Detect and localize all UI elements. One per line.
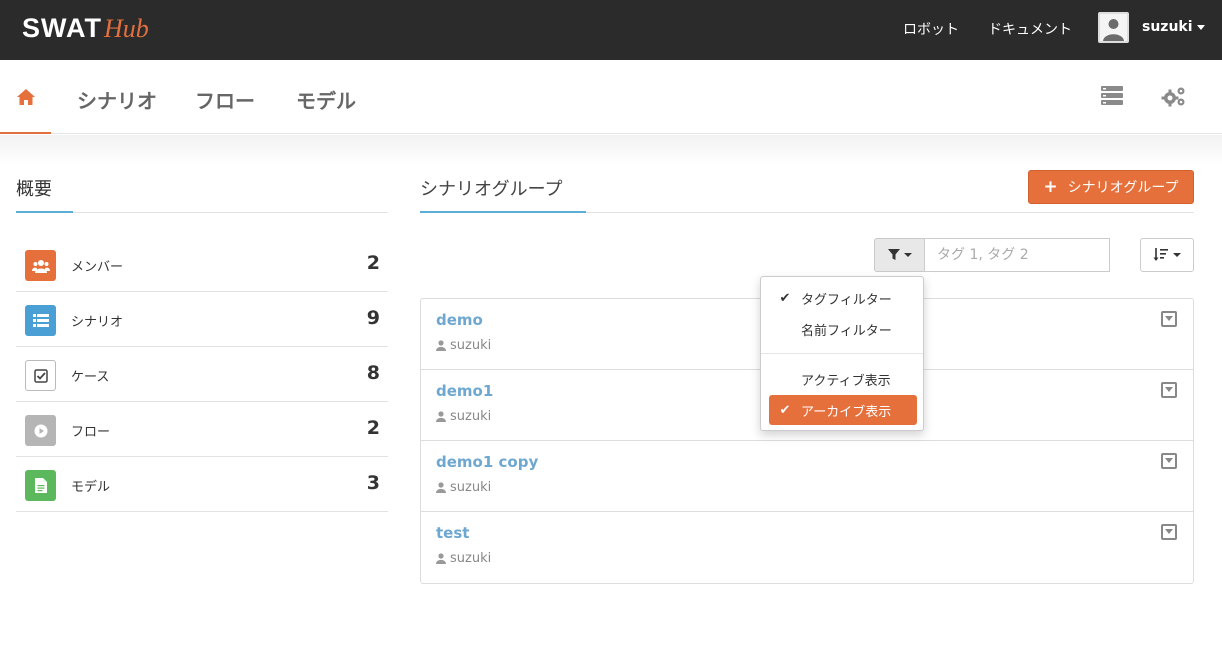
- home-icon: [17, 89, 35, 105]
- stat-label: ケース: [71, 370, 110, 385]
- expand-toggle-icon[interactable]: [1161, 382, 1177, 398]
- gears-icon[interactable]: [1161, 86, 1187, 112]
- logo-sub: Hub: [104, 14, 149, 43]
- check-icon: ✔: [779, 290, 791, 306]
- list-item: demo1 copy suzuki: [421, 441, 1193, 512]
- menu-item-label: タグフィルター: [801, 292, 892, 308]
- group-owner: suzuki: [436, 551, 491, 566]
- group-owner: suzuki: [436, 409, 491, 424]
- logo[interactable]: SWAT Hub: [22, 13, 149, 43]
- user-icon: [436, 411, 446, 422]
- scenario-groups-title: シナリオグループ: [420, 179, 563, 200]
- page-gradient: [0, 135, 1222, 165]
- user-avatar-icon: [1100, 14, 1127, 41]
- overview-title: 概要: [16, 179, 52, 200]
- stat-count: 2: [366, 417, 380, 439]
- stat-label: メンバー: [71, 260, 124, 275]
- user-icon: [436, 340, 446, 351]
- group-name-link[interactable]: demo: [436, 311, 483, 329]
- menu-item-active-view[interactable]: アクティブ表示: [769, 364, 917, 394]
- checkbox-icon: [25, 360, 56, 391]
- group-owner: suzuki: [436, 480, 491, 495]
- user-icon: [436, 482, 446, 493]
- top-link-documents[interactable]: ドキュメント: [988, 19, 1072, 39]
- add-scenario-group-label: シナリオグループ: [1067, 180, 1179, 196]
- main-nav: シナリオ フロー モデル: [0, 60, 1222, 134]
- caret-down-icon: [1196, 24, 1205, 30]
- top-link-robot[interactable]: ロボット: [903, 19, 959, 39]
- tab-model[interactable]: モデル: [296, 85, 356, 114]
- document-icon: [25, 470, 56, 501]
- filter-dropdown-button[interactable]: [874, 238, 925, 272]
- caret-down-icon: [903, 253, 912, 257]
- group-owner-name: suzuki: [450, 551, 492, 566]
- stat-row-scenarios[interactable]: シナリオ 9: [16, 292, 388, 347]
- expand-toggle-icon[interactable]: [1161, 453, 1177, 469]
- stat-label: モデル: [71, 480, 111, 495]
- expand-toggle-icon[interactable]: [1161, 311, 1177, 327]
- group-owner: suzuki: [436, 338, 491, 353]
- logo-main: SWAT: [22, 13, 102, 43]
- plus-icon: +: [1043, 177, 1058, 197]
- stat-label: フロー: [71, 425, 111, 440]
- group-name-link[interactable]: test: [436, 524, 469, 542]
- stat-row-members[interactable]: メンバー 2: [16, 237, 388, 292]
- server-icon[interactable]: [1101, 86, 1123, 110]
- user-menu[interactable]: suzuki: [1142, 19, 1205, 35]
- tab-home[interactable]: [0, 60, 51, 134]
- tag-filter-input[interactable]: [924, 238, 1110, 272]
- tab-flow[interactable]: フロー: [195, 85, 255, 114]
- play-icon: [25, 415, 56, 446]
- sort-dropdown-button[interactable]: [1140, 238, 1194, 272]
- user-icon: [436, 553, 446, 564]
- check-icon: ✔: [779, 402, 791, 418]
- menu-item-label: アーカイブ表示: [801, 404, 892, 420]
- menu-item-label: 名前フィルター: [801, 323, 892, 339]
- group-owner-name: suzuki: [450, 338, 492, 353]
- menu-item-archive-view[interactable]: ✔ アーカイブ表示: [769, 395, 917, 425]
- stat-row-cases[interactable]: ケース 8: [16, 347, 388, 402]
- add-scenario-group-button[interactable]: + シナリオグループ: [1028, 170, 1194, 204]
- users-icon: [25, 250, 56, 281]
- group-name-link[interactable]: demo1 copy: [436, 453, 538, 471]
- top-bar: SWAT Hub ロボット ドキュメント suzuki: [0, 0, 1222, 60]
- group-owner-name: suzuki: [450, 480, 492, 495]
- avatar[interactable]: [1098, 12, 1129, 43]
- sort-icon: [1153, 248, 1168, 261]
- stat-count: 3: [366, 472, 380, 494]
- filter-menu: ✔ タグフィルター 名前フィルター アクティブ表示 ✔ アーカイブ表示: [760, 276, 924, 431]
- filter-icon: [887, 249, 900, 260]
- stat-count: 8: [366, 362, 380, 384]
- list-icon: [25, 305, 56, 336]
- stat-row-models[interactable]: モデル 3: [16, 457, 388, 512]
- groups-underline: [420, 211, 586, 213]
- stat-count: 9: [366, 307, 380, 329]
- menu-item-tag-filter[interactable]: ✔ タグフィルター: [769, 283, 917, 313]
- overview-underline: [16, 211, 73, 213]
- tab-scenario[interactable]: シナリオ: [77, 85, 157, 114]
- expand-toggle-icon[interactable]: [1161, 524, 1177, 540]
- menu-divider: [761, 353, 923, 354]
- list-item: test suzuki: [421, 512, 1193, 583]
- group-name-link[interactable]: demo1: [436, 382, 493, 400]
- user-name: suzuki: [1142, 19, 1193, 35]
- group-owner-name: suzuki: [450, 409, 492, 424]
- stat-label: シナリオ: [71, 315, 124, 330]
- menu-item-label: アクティブ表示: [801, 373, 891, 389]
- menu-item-name-filter[interactable]: 名前フィルター: [769, 314, 917, 344]
- stat-row-flows[interactable]: フロー 2: [16, 402, 388, 457]
- caret-down-icon: [1173, 253, 1181, 257]
- stat-count: 2: [366, 252, 380, 274]
